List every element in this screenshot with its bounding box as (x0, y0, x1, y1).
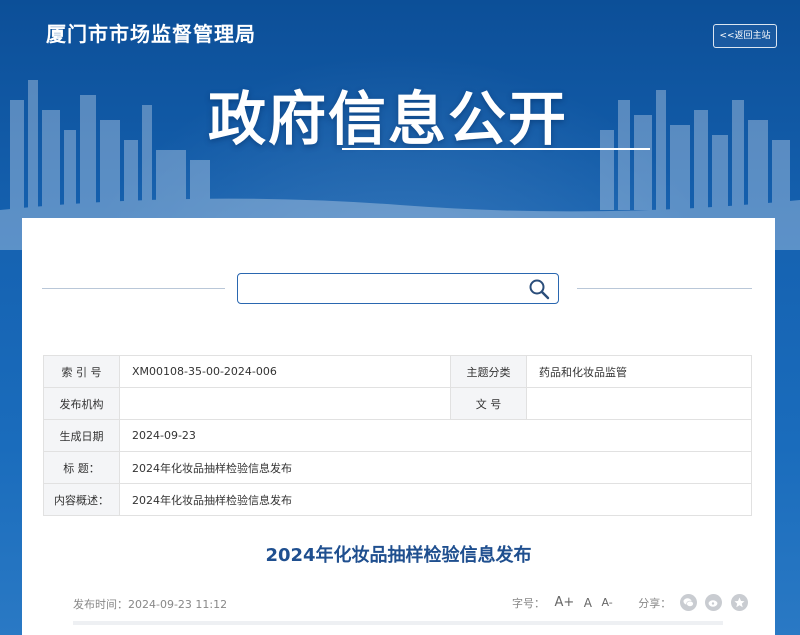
hero-underline (342, 148, 650, 150)
site-name: 厦门市市场监督管理局 (46, 22, 256, 46)
font-size-label: 字号： (512, 596, 545, 610)
index-value: XM00108-35-00-2024-006 (119, 355, 451, 388)
docno-label: 文 号 (450, 387, 527, 420)
table-row: 生成日期 2024-09-23 (43, 419, 752, 452)
summary-label: 内容概述： (43, 483, 120, 516)
publisher-value (119, 387, 451, 420)
article-tools: 字号： A+ A A- 分享： (512, 594, 748, 611)
title-label: 标 题： (43, 451, 120, 484)
hero-title: 政府信息公开 (208, 85, 569, 153)
wechat-share-icon[interactable] (679, 594, 697, 611)
table-row: 标 题： 2024年化妆品抽样检验信息发布 (43, 451, 752, 484)
date-label: 生成日期 (43, 419, 120, 452)
summary-value: 2024年化妆品抽样检验信息发布 (119, 483, 752, 516)
table-row: 内容概述： 2024年化妆品抽样检验信息发布 (43, 483, 752, 516)
table-row: 发布机构 文 号 (43, 387, 752, 420)
content-divider (73, 621, 723, 625)
article-title: 2024年化妆品抽样检验信息发布 (265, 545, 532, 566)
font-size-small-button[interactable]: A- (602, 596, 613, 609)
content-panel: 索 引 号 XM00108-35-00-2024-006 主题分类 药品和化妆品… (22, 218, 775, 635)
qzone-share-icon[interactable] (730, 594, 748, 611)
metadata-table: 索 引 号 XM00108-35-00-2024-006 主题分类 药品和化妆品… (43, 355, 752, 516)
weibo-share-icon[interactable] (705, 594, 723, 611)
topic-value: 药品和化妆品监管 (526, 355, 752, 388)
title-value: 2024年化妆品抽样检验信息发布 (119, 451, 752, 484)
search-divider-left (42, 288, 225, 289)
docno-value (526, 387, 752, 420)
publish-time: 发布时间：2024-09-23 11:12 (73, 598, 228, 611)
index-label: 索 引 号 (43, 355, 120, 388)
table-row: 索 引 号 XM00108-35-00-2024-006 主题分类 药品和化妆品… (43, 355, 752, 388)
topic-label: 主题分类 (450, 355, 527, 388)
font-size-large-button[interactable]: A+ (555, 595, 575, 610)
search-divider-right (577, 288, 752, 289)
search-box (237, 273, 559, 304)
search-icon[interactable] (528, 278, 550, 300)
publisher-label: 发布机构 (43, 387, 120, 420)
back-to-main-site-button[interactable]: <<返回主站 (713, 24, 777, 48)
font-size-medium-button[interactable]: A (584, 596, 592, 610)
search-input[interactable] (246, 278, 520, 300)
share-label: 分享： (638, 596, 672, 610)
date-value: 2024-09-23 (119, 419, 752, 452)
